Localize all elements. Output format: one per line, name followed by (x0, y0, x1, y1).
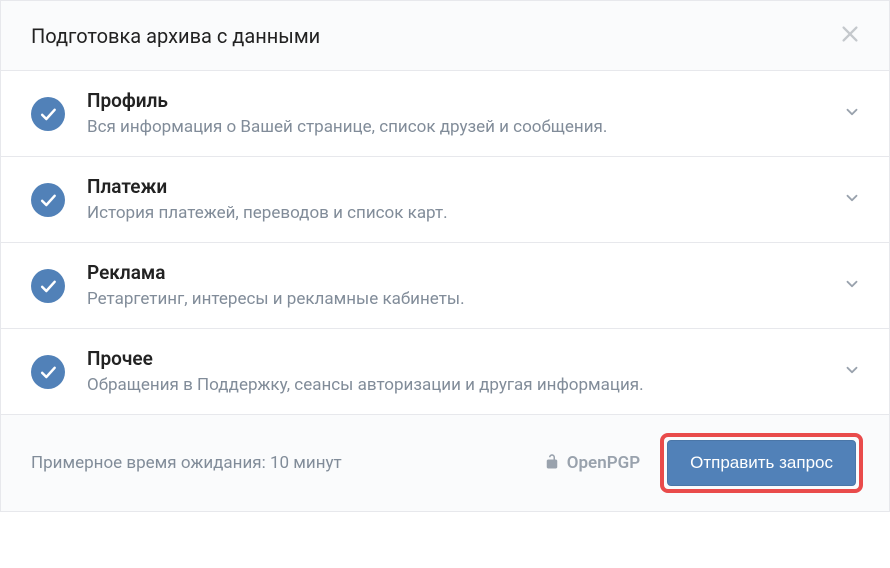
option-row-profile[interactable]: Профиль Вся информация о Вашей странице,… (1, 71, 889, 157)
option-desc: Вся информация о Вашей странице, список … (87, 116, 831, 138)
close-button[interactable] (835, 19, 865, 52)
chevron-down-icon (843, 189, 861, 211)
option-row-other[interactable]: Прочее Обращения в Поддержку, сеансы авт… (1, 329, 889, 415)
highlight-annotation: Отправить запрос (660, 433, 863, 493)
check-icon (31, 183, 65, 217)
chevron-down-icon (843, 361, 861, 383)
dialog-footer: Примерное время ожидания: 10 минут OpenP… (1, 415, 889, 511)
option-row-payments[interactable]: Платежи История платежей, переводов и сп… (1, 157, 889, 243)
option-row-ads[interactable]: Реклама Ретаргетинг, интересы и рекламны… (1, 243, 889, 329)
chevron-down-icon (843, 275, 861, 297)
check-icon (31, 269, 65, 303)
dialog-title: Подготовка архива с данными (31, 24, 320, 48)
close-icon (839, 23, 861, 48)
option-title: Прочее (87, 347, 831, 370)
option-title: Реклама (87, 261, 831, 284)
option-title: Профиль (87, 89, 831, 112)
openpgp-label: OpenPGP (567, 453, 640, 473)
wait-time-text: Примерное время ожидания: 10 минут (31, 453, 543, 473)
chevron-down-icon (843, 103, 861, 125)
check-icon (31, 355, 65, 389)
option-desc: Обращения в Поддержку, сеансы авторизаци… (87, 374, 831, 396)
option-content: Профиль Вся информация о Вашей странице,… (87, 89, 831, 138)
option-desc: Ретаргетинг, интересы и рекламные кабине… (87, 288, 831, 310)
openpgp-toggle[interactable]: OpenPGP (543, 452, 640, 474)
option-desc: История платежей, переводов и список кар… (87, 202, 831, 224)
data-archive-dialog: Подготовка архива с данными Профиль Вся … (0, 0, 890, 512)
submit-button[interactable]: Отправить запрос (667, 440, 856, 486)
check-icon (31, 97, 65, 131)
option-content: Прочее Обращения в Поддержку, сеансы авт… (87, 347, 831, 396)
option-content: Реклама Ретаргетинг, интересы и рекламны… (87, 261, 831, 310)
lock-open-icon (543, 452, 567, 474)
options-list: Профиль Вся информация о Вашей странице,… (1, 71, 889, 415)
option-title: Платежи (87, 175, 831, 198)
option-content: Платежи История платежей, переводов и сп… (87, 175, 831, 224)
dialog-header: Подготовка архива с данными (1, 1, 889, 71)
